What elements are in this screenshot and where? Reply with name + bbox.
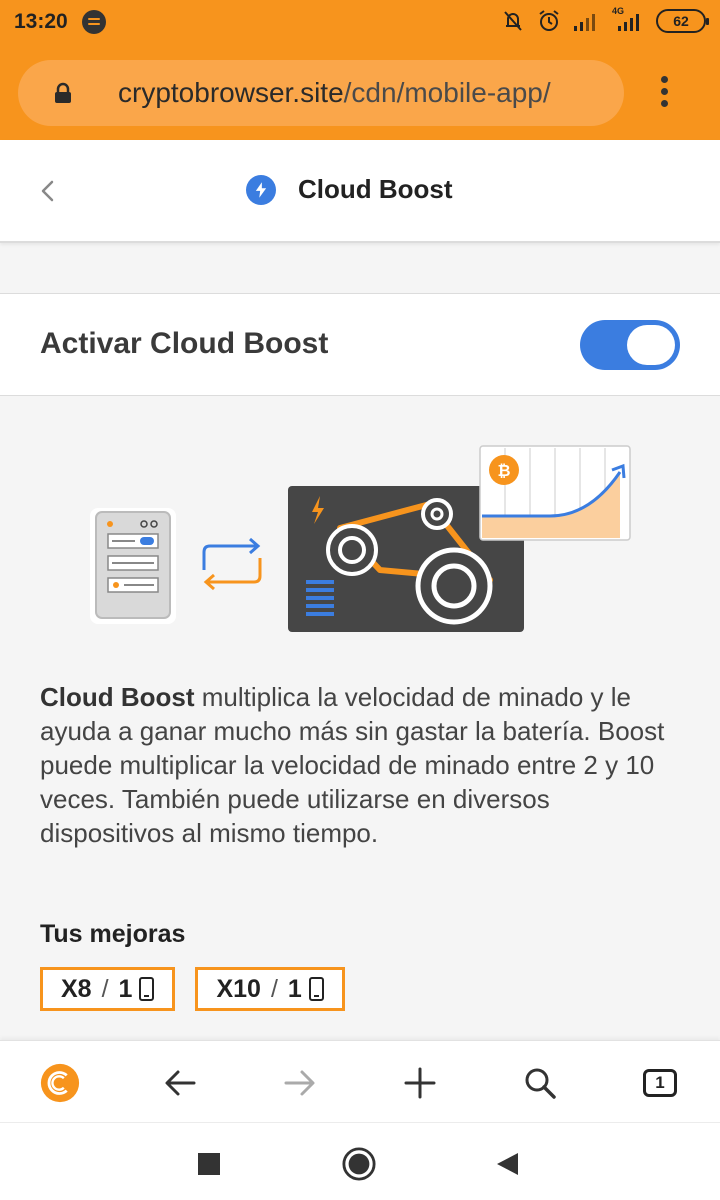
description-bold: Cloud Boost: [40, 682, 195, 712]
browser-bottom-toolbar: 1: [0, 1040, 720, 1122]
browser-toolbar: cryptobrowser.site/cdn/mobile-app/: [0, 46, 720, 140]
mejora-device-count: 1: [118, 974, 133, 1003]
home-icon[interactable]: [342, 1147, 376, 1181]
status-bar: 13:20 4G 62: [0, 0, 720, 46]
tab-switcher-button[interactable]: 1: [638, 1061, 682, 1105]
android-nav-bar: [0, 1122, 720, 1200]
page-title: Cloud Boost: [298, 174, 453, 204]
more-options-icon[interactable]: [654, 76, 674, 112]
mejora-multiplier: X8: [61, 974, 92, 1003]
app-header: Cloud Boost: [0, 140, 720, 243]
mejoras-title: Tus mejoras: [40, 920, 186, 948]
phone-illustration: [90, 508, 176, 624]
address-bar[interactable]: cryptobrowser.site/cdn/mobile-app/: [18, 60, 624, 126]
battery-indicator: 62: [656, 9, 709, 33]
mejora-slash: /: [270, 974, 278, 1003]
mejora-badge: X10 / 1: [195, 967, 345, 1011]
svg-text:₿: ₿: [497, 462, 510, 480]
network-label: 4G: [612, 6, 625, 16]
back-arrow-icon[interactable]: [158, 1061, 202, 1105]
mute-icon: [504, 11, 522, 31]
spotify-icon: [82, 10, 106, 34]
bolt-icon: [246, 174, 276, 205]
url-domain: cryptobrowser.site: [118, 77, 344, 108]
mejora-device-count: 1: [287, 974, 302, 1003]
toggle-label: Activar Cloud Boost: [40, 327, 329, 360]
cloud-boost-toggle-row: Activar Cloud Boost: [0, 293, 720, 396]
status-icons: 4G 62: [500, 6, 709, 34]
mejora-slash: /: [101, 974, 109, 1003]
bitcoin-chart-illustration: ₿: [479, 445, 631, 541]
recent-apps-icon[interactable]: [192, 1147, 226, 1181]
switch-knob: [627, 325, 675, 365]
signal-icon: [574, 14, 595, 31]
cloud-boost-switch[interactable]: [580, 320, 680, 370]
cryptotab-logo-icon[interactable]: [38, 1061, 82, 1105]
new-tab-plus-icon[interactable]: [398, 1061, 442, 1105]
status-time: 13:20: [14, 10, 68, 33]
description-text: Cloud Boost multiplica la velocidad de m…: [40, 680, 690, 850]
alarm-icon: [539, 10, 559, 31]
sync-arrows-icon: [202, 537, 262, 591]
search-icon[interactable]: [518, 1061, 562, 1105]
header-title-group: Cloud Boost: [246, 174, 453, 205]
mejora-multiplier: X10: [216, 974, 261, 1003]
phone-icon: [308, 977, 324, 1001]
mejoras-list: X8 / 1 X10 / 1: [40, 967, 345, 1011]
phone-icon: [139, 977, 155, 1001]
lock-icon: [55, 82, 71, 103]
url-text: cryptobrowser.site/cdn/mobile-app/: [118, 77, 618, 109]
url-path: /cdn/mobile-app/: [343, 77, 551, 108]
forward-arrow-icon[interactable]: [278, 1061, 322, 1105]
back-chevron-icon[interactable]: [36, 176, 60, 206]
tab-count: 1: [643, 1069, 677, 1097]
back-triangle-icon[interactable]: [490, 1147, 524, 1181]
network-indicator: 4G: [612, 6, 646, 34]
cloud-boost-illustration: ₿: [90, 445, 631, 632]
mejora-badge: X8 / 1: [40, 967, 176, 1011]
